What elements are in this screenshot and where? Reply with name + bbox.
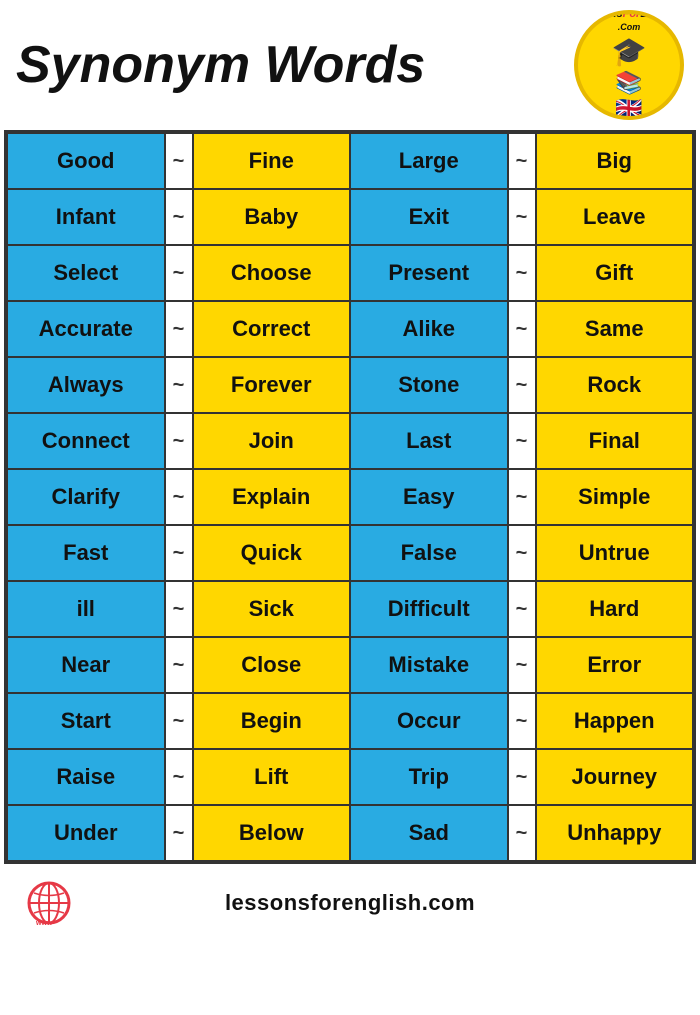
right-tilde: ~ bbox=[508, 637, 536, 693]
right-word: Stone bbox=[350, 357, 508, 413]
left-word: Near bbox=[7, 637, 165, 693]
left-synonym: Below bbox=[193, 805, 351, 861]
right-tilde: ~ bbox=[508, 357, 536, 413]
left-tilde: ~ bbox=[165, 357, 193, 413]
footer-url: lessonsforenglish.com bbox=[225, 890, 475, 916]
svg-text:www: www bbox=[35, 920, 53, 927]
right-synonym: Gift bbox=[536, 245, 694, 301]
right-synonym: Unhappy bbox=[536, 805, 694, 861]
left-synonym: Close bbox=[193, 637, 351, 693]
right-synonym: Final bbox=[536, 413, 694, 469]
flag-icon: 🇬🇧 bbox=[615, 96, 642, 120]
right-word: Trip bbox=[350, 749, 508, 805]
left-tilde: ~ bbox=[165, 133, 193, 189]
left-synonym: Correct bbox=[193, 301, 351, 357]
logo-text: LessonsForEnglish.Com bbox=[578, 10, 680, 33]
right-word: Easy bbox=[350, 469, 508, 525]
synonym-table: Good~FineLarge~BigInfant~BabyExit~LeaveS… bbox=[4, 130, 696, 864]
right-synonym: Untrue bbox=[536, 525, 694, 581]
right-tilde: ~ bbox=[508, 245, 536, 301]
right-tilde: ~ bbox=[508, 749, 536, 805]
left-tilde: ~ bbox=[165, 693, 193, 749]
left-word: Accurate bbox=[7, 301, 165, 357]
graduation-icon: 🎓 bbox=[612, 35, 647, 68]
right-word: Alike bbox=[350, 301, 508, 357]
left-synonym: Quick bbox=[193, 525, 351, 581]
right-tilde: ~ bbox=[508, 525, 536, 581]
left-word: Good bbox=[7, 133, 165, 189]
left-tilde: ~ bbox=[165, 189, 193, 245]
right-word: Last bbox=[350, 413, 508, 469]
page-title: Synonym Words bbox=[16, 39, 425, 91]
left-synonym: Baby bbox=[193, 189, 351, 245]
right-word: Present bbox=[350, 245, 508, 301]
left-synonym: Explain bbox=[193, 469, 351, 525]
right-synonym: Rock bbox=[536, 357, 694, 413]
globe-icon: www bbox=[24, 878, 74, 928]
right-synonym: Same bbox=[536, 301, 694, 357]
right-word: Large bbox=[350, 133, 508, 189]
left-tilde: ~ bbox=[165, 301, 193, 357]
right-word: Exit bbox=[350, 189, 508, 245]
left-word: Select bbox=[7, 245, 165, 301]
globe-svg: www bbox=[24, 878, 74, 928]
right-synonym: Error bbox=[536, 637, 694, 693]
right-word: Difficult bbox=[350, 581, 508, 637]
logo: LessonsForEnglish.Com 🎓 📚 🇬🇧 bbox=[574, 10, 684, 120]
left-word: Clarify bbox=[7, 469, 165, 525]
right-synonym: Simple bbox=[536, 469, 694, 525]
left-tilde: ~ bbox=[165, 469, 193, 525]
left-tilde: ~ bbox=[165, 637, 193, 693]
left-synonym: Lift bbox=[193, 749, 351, 805]
right-synonym: Leave bbox=[536, 189, 694, 245]
right-tilde: ~ bbox=[508, 189, 536, 245]
right-tilde: ~ bbox=[508, 413, 536, 469]
right-synonym: Happen bbox=[536, 693, 694, 749]
right-tilde: ~ bbox=[508, 693, 536, 749]
right-word: Sad bbox=[350, 805, 508, 861]
footer: www lessonsforenglish.com bbox=[4, 868, 696, 938]
left-synonym: Sick bbox=[193, 581, 351, 637]
right-synonym: Journey bbox=[536, 749, 694, 805]
right-word: Mistake bbox=[350, 637, 508, 693]
left-tilde: ~ bbox=[165, 749, 193, 805]
right-tilde: ~ bbox=[508, 469, 536, 525]
right-word: Occur bbox=[350, 693, 508, 749]
left-word: Connect bbox=[7, 413, 165, 469]
left-tilde: ~ bbox=[165, 245, 193, 301]
left-synonym: Begin bbox=[193, 693, 351, 749]
left-word: Raise bbox=[7, 749, 165, 805]
table-grid: Good~FineLarge~BigInfant~BabyExit~LeaveS… bbox=[7, 133, 693, 861]
left-synonym: Join bbox=[193, 413, 351, 469]
left-word: Under bbox=[7, 805, 165, 861]
left-tilde: ~ bbox=[165, 413, 193, 469]
left-tilde: ~ bbox=[165, 525, 193, 581]
right-tilde: ~ bbox=[508, 133, 536, 189]
right-tilde: ~ bbox=[508, 805, 536, 861]
left-synonym: Forever bbox=[193, 357, 351, 413]
books-icon: 📚 bbox=[615, 70, 642, 96]
left-synonym: Choose bbox=[193, 245, 351, 301]
left-synonym: Fine bbox=[193, 133, 351, 189]
left-tilde: ~ bbox=[165, 805, 193, 861]
right-word: False bbox=[350, 525, 508, 581]
right-tilde: ~ bbox=[508, 301, 536, 357]
right-tilde: ~ bbox=[508, 581, 536, 637]
left-tilde: ~ bbox=[165, 581, 193, 637]
right-synonym: Hard bbox=[536, 581, 694, 637]
left-word: Always bbox=[7, 357, 165, 413]
header: Synonym Words LessonsForEnglish.Com 🎓 📚 … bbox=[0, 0, 700, 126]
left-word: Start bbox=[7, 693, 165, 749]
left-word: Infant bbox=[7, 189, 165, 245]
left-word: ill bbox=[7, 581, 165, 637]
left-word: Fast bbox=[7, 525, 165, 581]
right-synonym: Big bbox=[536, 133, 694, 189]
